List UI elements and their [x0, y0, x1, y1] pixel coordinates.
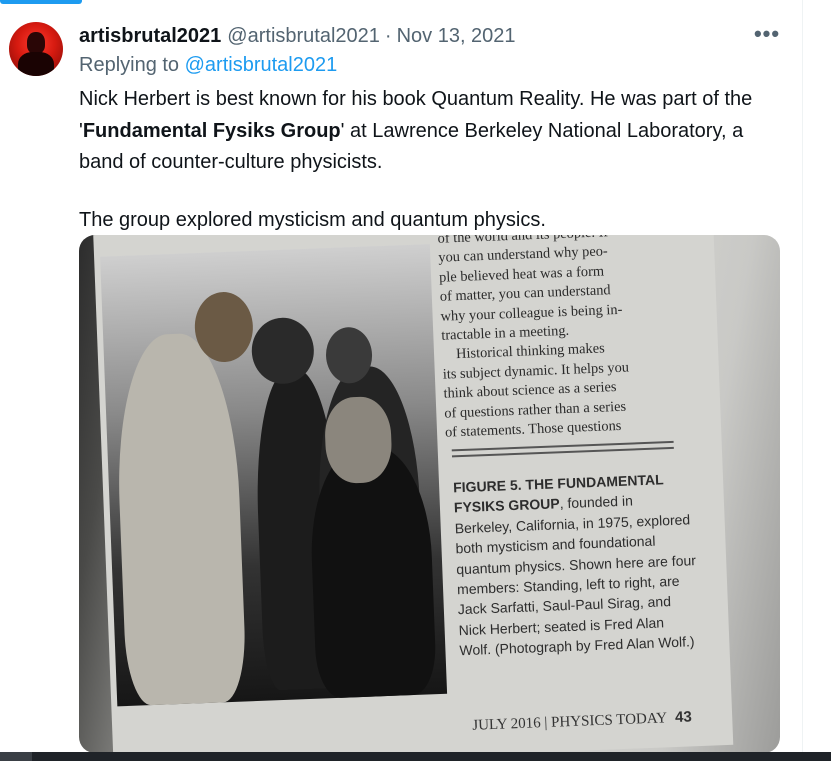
replying-to: Replying to @artisbrutal2021	[79, 54, 337, 77]
author-name[interactable]: artisbrutal2021	[79, 25, 221, 48]
tweet-paragraph-2: The group explored mysticism and quantum…	[79, 208, 546, 231]
taskbar-button	[0, 752, 32, 761]
figure-standing-left	[113, 331, 248, 707]
magazine-page: of the world and its people. If you can …	[93, 235, 734, 753]
avatar-figure-body	[18, 52, 54, 76]
caption-body: , founded in Berkeley, California, in 19…	[454, 492, 697, 659]
replying-to-link[interactable]: @artisbrutal2021	[185, 54, 338, 76]
group-photograph	[100, 244, 448, 707]
active-tab-indicator	[0, 0, 82, 4]
tweet-paragraph-1: Nick Herbert is best known for his book …	[79, 84, 779, 179]
author-handle[interactable]: @artisbrutal2021	[227, 25, 380, 48]
footer-issue: JULY 2016 | PHYSICS TODAY	[472, 710, 668, 734]
avatar[interactable]	[9, 22, 63, 76]
tweet-photo[interactable]: of the world and its people. If you can …	[79, 235, 780, 753]
page-footer: JULY 2016 | PHYSICS TODAY 43	[472, 708, 692, 734]
tweet-header: artisbrutal2021 @artisbrutal2021 · Nov 1…	[79, 24, 516, 48]
header-separator: ·	[384, 24, 392, 47]
article-text: of the world and its people. If you can …	[437, 235, 685, 443]
taskbar-edge	[0, 752, 831, 761]
tweet-text: Nick Herbert is best known for his book …	[79, 84, 779, 236]
avatar-figure-head	[27, 32, 45, 54]
figure-caption: FIGURE 5. THE FUNDAMENTAL FYSIKS GROUP, …	[453, 468, 700, 661]
timeline-divider	[802, 0, 803, 752]
tweet-text-bold: Fundamental Fysiks Group	[82, 119, 341, 142]
figure-head	[323, 395, 393, 485]
more-horizontal-icon[interactable]: •••	[752, 23, 782, 48]
replying-prefix: Replying to	[79, 54, 180, 76]
footer-page-number: 43	[674, 708, 693, 727]
tweet-date[interactable]: Nov 13, 2021	[397, 25, 516, 48]
